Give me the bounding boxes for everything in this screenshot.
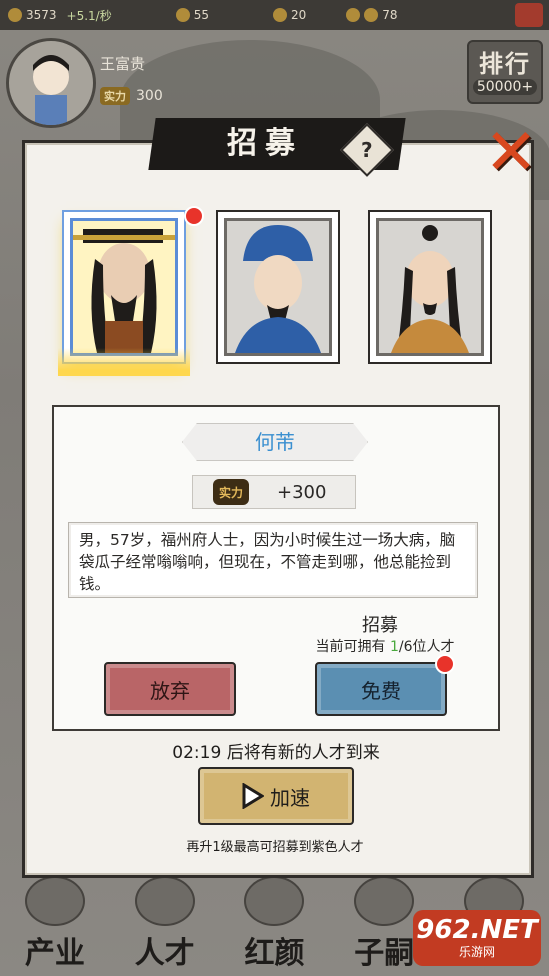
free-recruit-button[interactable]: 免费	[315, 654, 455, 716]
candidate-portrait-1[interactable]	[58, 206, 204, 376]
recruit-capacity: 当前可拥有 1/6位人才	[315, 639, 455, 655]
prestige-icon	[364, 8, 379, 22]
play-icon	[242, 783, 264, 809]
candidate-portrait-2[interactable]	[216, 210, 340, 364]
official-portrait-icon	[73, 229, 175, 353]
swordsman-portrait-icon	[391, 225, 469, 353]
new-badge-dot	[435, 654, 455, 674]
plus-icon[interactable]	[346, 8, 361, 22]
resource-silver: 3573	[8, 8, 57, 22]
resource-prestige: 78	[346, 8, 398, 22]
mail-icon[interactable]	[515, 3, 543, 27]
player-avatar-zone[interactable]: 4级	[6, 38, 104, 166]
candidate-power-row: 实力 +300	[192, 475, 356, 509]
give-up-button[interactable]: 放弃	[104, 662, 236, 716]
resource-bar: 3573 +5.1/秒 55 20 78	[0, 0, 549, 30]
speed-up-button[interactable]: 加速	[198, 767, 354, 825]
child-icon	[354, 876, 415, 926]
candidate-portrait-3[interactable]	[368, 210, 492, 364]
candidate-name: 何芾	[182, 423, 368, 461]
dialog-title: 招募	[227, 126, 303, 161]
power-icon: 实力	[100, 87, 130, 105]
gold-icon	[273, 8, 288, 22]
close-button[interactable]: ✕	[482, 121, 540, 185]
candidate-description: 男，57岁，福州府人士，因为小时候生过一场大病，脑袋瓜子经常嗡嗡响，但现在，不管…	[68, 522, 478, 598]
refresh-timer: 02:19 后将有新的人才到来	[172, 743, 380, 763]
rank-button[interactable]: 排行 50000+	[467, 40, 543, 104]
scholar-portrait-icon	[235, 225, 321, 353]
player-name: 王富贵	[100, 55, 146, 73]
power-icon: 实力	[213, 479, 249, 505]
person-icon	[134, 876, 195, 926]
building-icon	[24, 876, 85, 926]
candidate-power-value: +300	[277, 481, 327, 503]
upgrade-hint: 再升1级最高可招募到紫色人才	[186, 840, 364, 855]
lady-icon	[244, 876, 305, 926]
nav-talent[interactable]: 人才	[125, 876, 205, 972]
recruit-label: 招募	[362, 615, 398, 636]
nav-beauty[interactable]: 红颜	[234, 876, 314, 972]
resource-gold: 20	[273, 8, 306, 22]
nav-industry[interactable]: 产业	[15, 876, 95, 972]
avatar[interactable]	[6, 38, 96, 128]
player-power: 实力 300	[100, 87, 163, 105]
silver-icon	[8, 8, 22, 22]
new-badge-dot	[184, 206, 204, 226]
income-rate: +5.1/秒	[66, 8, 112, 23]
iron-icon	[175, 8, 190, 22]
resource-iron: 55	[175, 8, 209, 22]
site-watermark: 962.NET 乐游网	[413, 910, 541, 966]
